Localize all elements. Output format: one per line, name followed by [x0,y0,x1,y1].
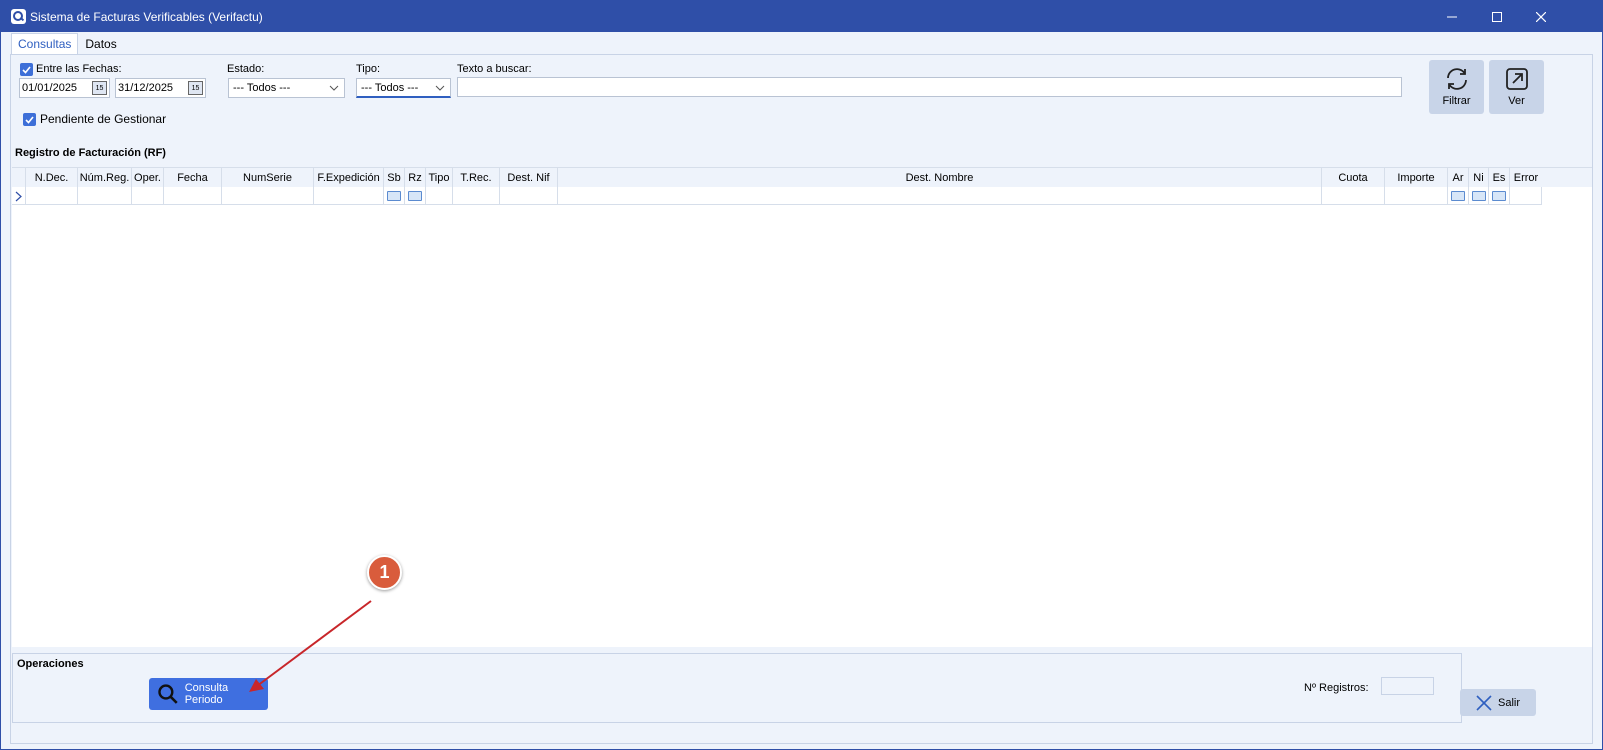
app-window: Sistema de Facturas Verificables (Verifa… [0,0,1603,750]
annotation-arrow [249,600,372,692]
annotation-marker: 1 [367,555,402,590]
